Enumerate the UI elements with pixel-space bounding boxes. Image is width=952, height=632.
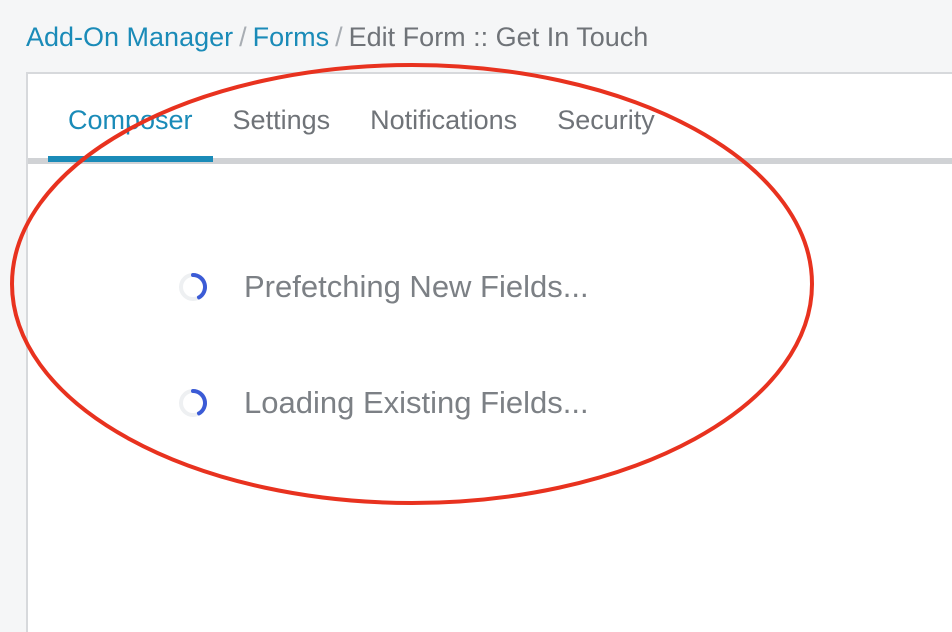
tab-bar: Composer Settings Notifications Security xyxy=(48,74,675,162)
loader-text: Loading Existing Fields... xyxy=(244,385,589,420)
spinner-icon xyxy=(179,389,207,417)
breadcrumb-add-on-manager[interactable]: Add-On Manager xyxy=(26,22,233,52)
tab-security[interactable]: Security xyxy=(537,74,675,162)
breadcrumb: Add-On Manager / Forms / Edit Form :: Get In… xyxy=(26,20,648,54)
loader-text: Prefetching New Fields... xyxy=(244,269,589,304)
breadcrumb-current-page: Edit Form :: Get In Touch xyxy=(348,22,649,52)
breadcrumb-separator: / xyxy=(239,22,247,52)
tab-composer[interactable]: Composer xyxy=(48,74,213,162)
spinner-icon xyxy=(179,273,207,301)
loader-prefetching-new-fields: Prefetching New Fields... xyxy=(178,269,589,305)
breadcrumb-forms[interactable]: Forms xyxy=(253,22,330,52)
loader-loading-existing-fields: Loading Existing Fields... xyxy=(178,385,589,421)
tab-settings[interactable]: Settings xyxy=(213,74,351,162)
breadcrumb-separator: / xyxy=(335,22,343,52)
form-editor-panel: Composer Settings Notifications Security… xyxy=(26,72,952,632)
tab-notifications[interactable]: Notifications xyxy=(350,74,537,162)
